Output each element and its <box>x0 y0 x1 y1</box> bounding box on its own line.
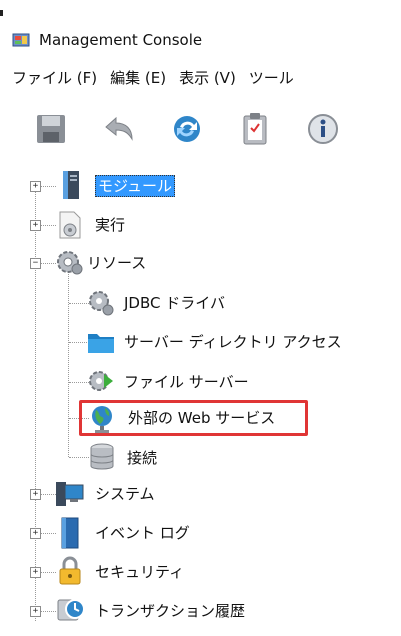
undo-button[interactable] <box>98 108 140 150</box>
database-icon <box>88 442 116 472</box>
menu-file[interactable]: ファイル (F) <box>12 67 97 88</box>
highlight-annotation <box>79 400 308 436</box>
save-icon <box>37 115 65 143</box>
window-title: Management Console <box>39 31 203 49</box>
toolbar <box>30 106 370 152</box>
tree-item-connection[interactable]: 接続 <box>127 448 157 468</box>
tree-item-execute[interactable]: 実行 <box>95 215 125 235</box>
resources-icon <box>54 248 83 278</box>
info-icon <box>308 114 338 144</box>
refresh-icon <box>174 116 200 142</box>
menu-bar: ファイル (F) 編集 (E) 表示 (V) ツール <box>12 62 401 92</box>
tree-item-security[interactable]: セキュリティ <box>95 562 184 582</box>
system-icon <box>55 479 84 509</box>
folder-icon <box>86 328 114 358</box>
clipboard-icon <box>243 113 267 145</box>
tree-connector <box>68 272 69 457</box>
tree-item-resources[interactable]: リソース <box>87 253 146 273</box>
lock-icon <box>56 556 84 586</box>
expand-toggle[interactable]: + <box>30 567 41 578</box>
file-server-icon <box>86 366 114 396</box>
window-corner-mark <box>0 10 3 16</box>
info-button[interactable] <box>302 108 344 150</box>
expand-toggle[interactable]: + <box>30 489 41 500</box>
expand-toggle[interactable]: + <box>30 606 41 617</box>
tree-connector <box>69 457 89 458</box>
menu-tools[interactable]: ツール <box>249 67 294 88</box>
app-icon <box>12 31 32 49</box>
tree-connector <box>35 186 36 621</box>
tree-item-file-server[interactable]: ファイル サーバー <box>124 372 249 392</box>
jdbc-driver-icon <box>86 288 114 318</box>
tree-item-jdbc-driver[interactable]: JDBC ドライバ <box>124 293 225 313</box>
tree-item-system[interactable]: システム <box>95 484 155 504</box>
clipboard-button[interactable] <box>234 108 276 150</box>
expand-toggle[interactable]: + <box>30 181 41 192</box>
refresh-button[interactable] <box>166 108 208 150</box>
expand-toggle[interactable]: + <box>30 528 41 539</box>
menu-edit[interactable]: 編集 (E) <box>110 67 166 88</box>
expand-toggle[interactable]: + <box>30 220 41 231</box>
tree-item-event-log[interactable]: イベント ログ <box>95 523 190 543</box>
tree-item-server-directory-access[interactable]: サーバー ディレクトリ アクセス <box>124 332 342 352</box>
menu-view[interactable]: 表示 (V) <box>179 67 236 88</box>
tree-item-transaction-history[interactable]: トランザクション履歴 <box>95 601 245 621</box>
collapse-toggle[interactable]: − <box>30 258 41 269</box>
module-icon <box>56 170 84 200</box>
title-bar: Management Console <box>12 26 401 54</box>
undo-icon <box>105 116 133 141</box>
save-button[interactable] <box>30 108 72 150</box>
execute-icon <box>56 210 84 240</box>
event-log-icon <box>56 517 84 549</box>
tree-item-modules[interactable]: モジュール <box>95 175 175 197</box>
transaction-history-icon <box>56 596 85 626</box>
